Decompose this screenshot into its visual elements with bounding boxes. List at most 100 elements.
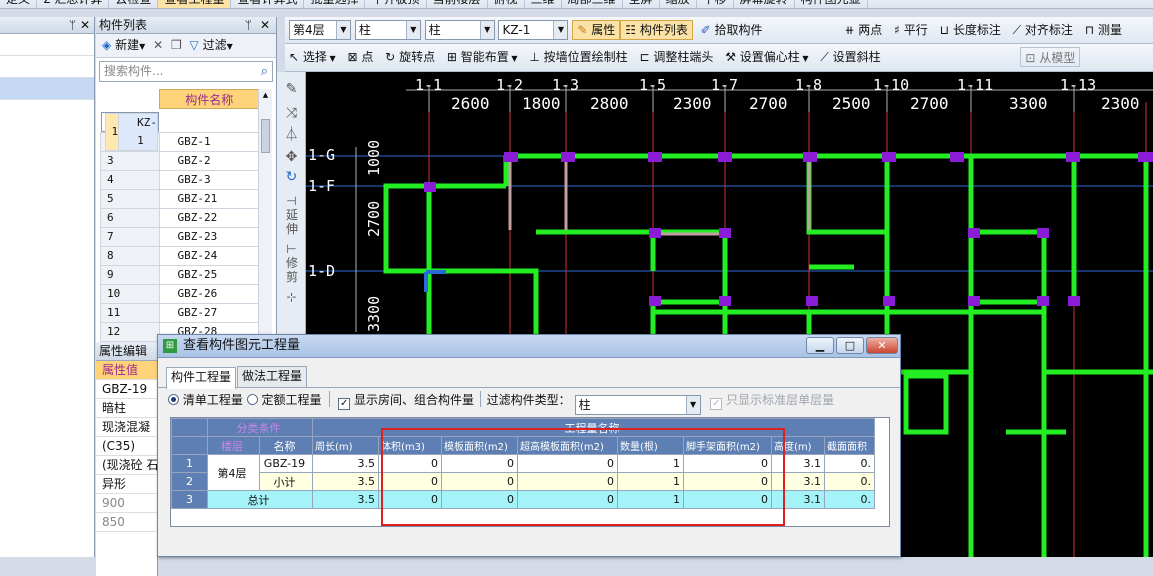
slant-column-button[interactable]: ⟋ 设置斜柱: [816, 47, 884, 67]
list-item[interactable]: 8 GBZ-24: [100, 245, 260, 266]
close-icon[interactable]: ✕: [260, 17, 270, 33]
type-select[interactable]: 柱 ▼: [424, 20, 495, 40]
trim-icon[interactable]: ⊢: [277, 242, 306, 256]
zoom-button[interactable]: 缩放: [660, 0, 697, 8]
property-value[interactable]: GBZ-19: [96, 380, 157, 399]
point-button[interactable]: ⊠ 点: [343, 47, 377, 67]
draw-by-wall-button[interactable]: ⊥ 按墙位置绘制柱: [525, 47, 631, 67]
minimize-button[interactable]: ▁: [806, 337, 834, 354]
list-item[interactable]: 10 GBZ-26: [100, 283, 260, 304]
component-name[interactable]: GBZ-25: [158, 264, 260, 285]
pan-button[interactable]: 平移: [697, 0, 734, 8]
adjust-end-button[interactable]: ⊏ 调整柱端头: [635, 47, 717, 67]
property-value[interactable]: 异形: [96, 475, 157, 494]
summary-calc-button[interactable]: Σ 汇总计算: [37, 0, 110, 8]
chevron-down-icon[interactable]: ▼: [479, 21, 494, 39]
current-floor-select[interactable]: 当前楼层: [427, 0, 488, 8]
define-button[interactable]: 定义: [0, 0, 38, 8]
component-name[interactable]: GBZ-23: [158, 226, 260, 247]
pin-icon[interactable]: ᛘ: [245, 17, 252, 33]
list-scrollbar[interactable]: ▲: [258, 89, 272, 342]
component-name[interactable]: GBZ-27: [158, 302, 260, 323]
column-header[interactable]: 周长(m): [312, 436, 379, 455]
rotate-icon[interactable]: ↻: [277, 170, 306, 184]
eccentric-column-button[interactable]: ⚒ 设置偏心柱 ▼: [721, 47, 812, 67]
extend-button[interactable]: 延伸: [284, 208, 300, 236]
pan-icon[interactable]: ✥: [277, 150, 306, 164]
filter-type-select[interactable]: 柱 ▼: [574, 395, 701, 415]
component-search-input[interactable]: 搜索构件... ⌕: [99, 61, 273, 82]
break-icon[interactable]: ⊹: [277, 290, 306, 304]
chevron-down-icon[interactable]: ▼: [553, 21, 568, 39]
property-button[interactable]: ✎ 属性: [572, 20, 621, 40]
left-nav-row[interactable]: [0, 34, 94, 56]
view-formula-button[interactable]: 查看计算式: [231, 0, 305, 8]
rotate-button[interactable]: 屏幕旋转: [734, 0, 795, 8]
move-icon[interactable]: ⤨: [277, 106, 306, 120]
list-item[interactable]: 4 GBZ-3: [100, 169, 260, 190]
list-item[interactable]: 9 GBZ-25: [100, 264, 260, 285]
filter-button[interactable]: 过滤: [203, 38, 227, 52]
rotate-point-button[interactable]: ↻ 旋转点: [381, 47, 439, 67]
local-3d-button[interactable]: 局部三维: [562, 0, 623, 8]
component-list-button[interactable]: ☷ 构件列表: [620, 20, 693, 40]
property-value[interactable]: 暗柱: [96, 399, 157, 418]
show-rooms-label[interactable]: 显示房间、组合构件量: [354, 393, 474, 407]
pin-icon[interactable]: ᛘ: [69, 18, 76, 32]
select-button[interactable]: ↖ 选择 ▼: [285, 47, 340, 67]
only-standard-label[interactable]: 只显示标准层单层量: [726, 393, 834, 407]
top-view-button[interactable]: 俯视: [488, 0, 525, 8]
component-name[interactable]: GBZ-21: [158, 188, 260, 209]
chevron-down-icon[interactable]: ▼: [509, 54, 517, 63]
chevron-down-icon[interactable]: ▼: [327, 54, 335, 63]
chevron-down-icon[interactable]: ▼: [139, 42, 145, 51]
fullscreen-button[interactable]: 全屏: [623, 0, 660, 8]
only-standard-checkbox[interactable]: ✓: [710, 398, 723, 410]
show-rooms-checkbox[interactable]: ✓: [338, 398, 351, 410]
smart-layout-button[interactable]: ⊞ 智能布置 ▼: [443, 47, 522, 67]
maximize-button[interactable]: □: [836, 337, 864, 354]
close-button[interactable]: ✕: [866, 337, 898, 354]
quota-quantity-label[interactable]: 定额工程量: [262, 393, 322, 407]
scroll-thumb[interactable]: [261, 119, 270, 153]
property-value[interactable]: (C35): [96, 437, 157, 456]
close-icon[interactable]: ✕: [80, 18, 90, 32]
list-quantity-radio[interactable]: [168, 394, 179, 405]
list-item[interactable]: 11 GBZ-27: [100, 302, 260, 323]
measure-button[interactable]: ⊓ 测量: [1081, 20, 1126, 40]
left-nav-row[interactable]: [0, 78, 94, 100]
floor-select[interactable]: 第4层 ▼: [289, 20, 351, 40]
chevron-down-icon[interactable]: ▼: [336, 21, 350, 39]
list-item[interactable]: 5 GBZ-21: [100, 188, 260, 209]
brush-icon[interactable]: ✎: [277, 82, 306, 96]
tab-method-quantity[interactable]: 做法工程量: [237, 366, 308, 387]
aligned-dimension-button[interactable]: ⟋ 对齐标注: [1009, 20, 1077, 40]
component-name[interactable]: GBZ-1: [158, 131, 260, 152]
tab-component-quantity[interactable]: 构件工程量: [166, 367, 237, 389]
two-point-button[interactable]: ⧺ 两点: [840, 20, 886, 40]
column-header[interactable]: 截面面积: [824, 436, 875, 455]
cloud-check-button[interactable]: 云检查: [109, 0, 159, 8]
align-top-button[interactable]: 平齐板顶: [365, 0, 427, 8]
component-name[interactable]: GBZ-26: [158, 283, 260, 304]
component-name[interactable]: GBZ-22: [158, 207, 260, 228]
list-item[interactable]: 7 GBZ-23: [100, 226, 260, 247]
extend-icon[interactable]: ⊣: [277, 194, 306, 208]
component-name[interactable]: KZ-1: [118, 112, 158, 151]
property-value[interactable]: 现浇混凝: [96, 418, 157, 437]
component-name[interactable]: GBZ-2: [158, 150, 260, 171]
component-select[interactable]: KZ-1 ▼: [498, 20, 569, 40]
mirror-icon[interactable]: ⏃: [277, 128, 306, 142]
property-value[interactable]: 900: [96, 494, 157, 513]
list-item[interactable]: 3 GBZ-2: [100, 150, 260, 171]
element-display-button[interactable]: 构件图元显: [795, 0, 868, 8]
from-model-button[interactable]: ⊡ 从模型: [1020, 47, 1081, 67]
component-name[interactable]: GBZ-24: [158, 245, 260, 266]
parallel-button[interactable]: ♯ 平行: [890, 20, 932, 40]
quota-quantity-radio[interactable]: [246, 394, 258, 405]
chevron-down-icon[interactable]: ▼: [405, 21, 420, 39]
trim-button[interactable]: 修剪: [284, 256, 300, 284]
list-quantity-label[interactable]: 清单工程量: [183, 393, 243, 407]
chevron-down-icon[interactable]: ▼: [800, 54, 808, 63]
view-quantity-button[interactable]: 查看工程量: [158, 0, 232, 8]
